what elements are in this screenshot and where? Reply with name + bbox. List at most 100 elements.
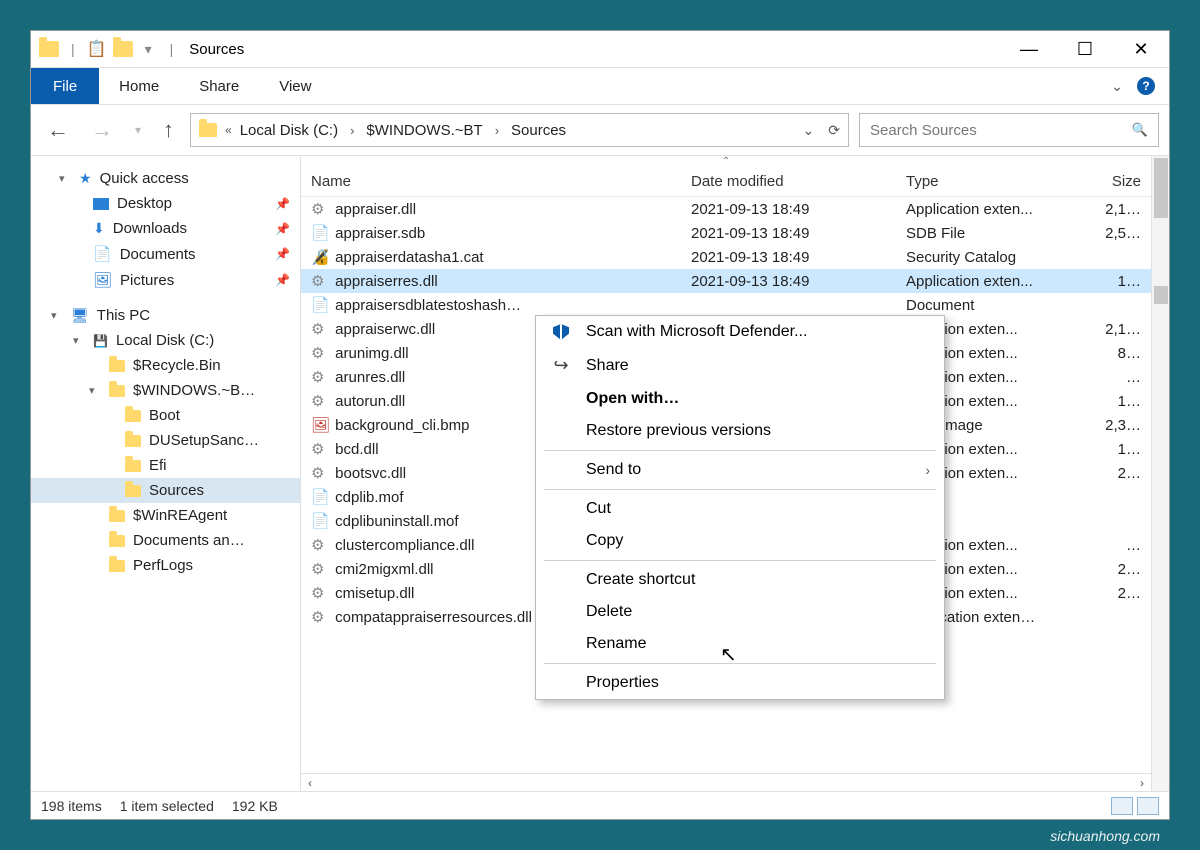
- file-name: clustercompliance.dll: [335, 537, 474, 554]
- file-name: appraiser.dll: [335, 201, 416, 218]
- refresh-icon[interactable]: ⟳: [828, 122, 840, 139]
- share-tab[interactable]: Share: [179, 68, 259, 104]
- close-button[interactable]: ✕: [1131, 39, 1151, 60]
- pin-icon: 📌: [275, 247, 290, 261]
- nav-folder[interactable]: Boot: [31, 403, 300, 428]
- nav-quick-access[interactable]: ▾★Quick access: [31, 166, 300, 191]
- file-bmp-icon: 🖼: [311, 416, 331, 434]
- title-bar: | 📋 ▾ | Sources — ☐ ✕: [31, 31, 1169, 67]
- file-row[interactable]: 📄 appraiser.sdb2021-09-13 18:49SDB File2…: [301, 221, 1151, 245]
- chevron-right-icon: ›: [346, 123, 358, 138]
- chevron-right-icon: ›: [491, 123, 503, 138]
- vertical-scrollbar[interactable]: [1151, 156, 1169, 791]
- back-button[interactable]: ←: [41, 117, 75, 143]
- menu-open-with[interactable]: Open with…: [536, 383, 944, 415]
- file-row[interactable]: ⚙ appraiserres.dll2021-09-13 18:49Applic…: [301, 269, 1151, 293]
- menu-share[interactable]: Share: [536, 348, 944, 383]
- address-bar[interactable]: « Local Disk (C:) › $WINDOWS.~BT › Sourc…: [190, 113, 849, 147]
- breadcrumb[interactable]: Local Disk (C:): [240, 122, 338, 139]
- file-tab[interactable]: File: [31, 68, 99, 104]
- nav-folder[interactable]: ▾$WINDOWS.~B…: [31, 378, 300, 403]
- file-row[interactable]: 🔏 appraiserdatasha1.cat2021-09-13 18:49S…: [301, 245, 1151, 269]
- shield-icon: [553, 324, 569, 340]
- file-type: Application exten...: [906, 273, 1081, 290]
- nav-downloads[interactable]: ⬇Downloads📌: [31, 216, 300, 241]
- nav-folder-sources[interactable]: Sources: [31, 478, 300, 503]
- col-name[interactable]: Name: [311, 173, 691, 190]
- file-name: appraiser.sdb: [335, 225, 425, 242]
- help-icon[interactable]: ?: [1137, 77, 1155, 95]
- status-bar: 198 items 1 item selected 192 KB: [31, 791, 1169, 819]
- nav-folder[interactable]: PerfLogs: [31, 553, 300, 578]
- file-type: Security Catalog: [906, 249, 1081, 266]
- file-date: 2021-09-13 18:49: [691, 225, 906, 242]
- nav-row: ← → ▾ ↑ « Local Disk (C:) › $WINDOWS.~BT…: [31, 105, 1169, 155]
- file-dll-icon: ⚙: [311, 560, 331, 578]
- up-button[interactable]: ↑: [157, 117, 180, 143]
- file-name: background_cli.bmp: [335, 417, 469, 434]
- maximize-button[interactable]: ☐: [1075, 39, 1095, 60]
- ribbon-expand-icon[interactable]: ⌄: [1111, 78, 1123, 95]
- clipboard-icon[interactable]: 📋: [87, 39, 107, 59]
- nav-pictures[interactable]: 🖼Pictures📌: [31, 267, 300, 293]
- menu-copy[interactable]: Copy: [536, 525, 944, 557]
- search-icon: 🔍: [1132, 122, 1148, 138]
- nav-documents[interactable]: 📄Documents📌: [31, 241, 300, 267]
- file-name: bootsvc.dll: [335, 465, 406, 482]
- horizontal-scrollbar[interactable]: ‹ ›: [301, 773, 1151, 791]
- share-icon: [550, 355, 572, 376]
- address-dropdown-icon[interactable]: ⌄: [803, 122, 815, 139]
- file-name: cdplib.mof: [335, 489, 403, 506]
- menu-send-to[interactable]: Send to›: [536, 454, 944, 486]
- view-icons-button[interactable]: [1137, 797, 1159, 815]
- nav-folder[interactable]: Documents an…: [31, 528, 300, 553]
- file-date: 2021-09-13 18:49: [691, 273, 906, 290]
- file-size: …: [1081, 537, 1141, 554]
- view-tab[interactable]: View: [259, 68, 331, 104]
- history-dropdown-icon[interactable]: ▾: [129, 123, 147, 137]
- search-input[interactable]: Search Sources 🔍: [859, 113, 1159, 147]
- file-row[interactable]: 📄 appraisersdblatestoshash…Document: [301, 293, 1151, 317]
- menu-create-shortcut[interactable]: Create shortcut: [536, 564, 944, 596]
- file-dll-icon: ⚙: [311, 464, 331, 482]
- minimize-button[interactable]: —: [1019, 39, 1039, 60]
- pin-icon: 📌: [275, 197, 290, 211]
- file-size: …: [1081, 369, 1141, 386]
- file-name: compatappraiserresources.dll: [335, 609, 532, 626]
- nav-this-pc[interactable]: ▾🖥This PC: [31, 303, 300, 328]
- file-size: 2,5…: [1081, 225, 1141, 242]
- nav-desktop[interactable]: Desktop📌: [31, 191, 300, 216]
- nav-folder[interactable]: Efi: [31, 453, 300, 478]
- file-dll-icon: ⚙: [311, 344, 331, 362]
- forward-button[interactable]: →: [85, 117, 119, 143]
- menu-rename[interactable]: Rename: [536, 628, 944, 660]
- pin-icon: 📌: [275, 273, 290, 287]
- menu-restore-versions[interactable]: Restore previous versions: [536, 415, 944, 447]
- file-size: 2…: [1081, 561, 1141, 578]
- file-dll-icon: ⚙: [311, 536, 331, 554]
- menu-properties[interactable]: Properties: [536, 667, 944, 699]
- col-type[interactable]: Type: [906, 173, 1081, 190]
- file-name: cdplibuninstall.mof: [335, 513, 458, 530]
- nav-local-disk[interactable]: ▾💾Local Disk (C:): [31, 328, 300, 353]
- file-dll-icon: ⚙: [311, 272, 331, 290]
- file-dll-icon: ⚙: [311, 440, 331, 458]
- view-details-button[interactable]: [1111, 797, 1133, 815]
- breadcrumb[interactable]: Sources: [511, 122, 566, 139]
- breadcrumb[interactable]: $WINDOWS.~BT: [366, 122, 482, 139]
- file-type: Application exten...: [906, 201, 1081, 218]
- menu-cut[interactable]: Cut: [536, 493, 944, 525]
- nav-folder[interactable]: DUSetupSanc…: [31, 428, 300, 453]
- nav-folder[interactable]: $WinREAgent: [31, 503, 300, 528]
- file-name: appraiserwc.dll: [335, 321, 435, 338]
- col-size[interactable]: Size: [1081, 173, 1141, 190]
- chevron-down-icon[interactable]: ▾: [139, 41, 158, 58]
- col-date[interactable]: Date modified: [691, 173, 906, 190]
- menu-scan-defender[interactable]: Scan with Microsoft Defender...: [536, 316, 944, 348]
- menu-delete[interactable]: Delete: [536, 596, 944, 628]
- file-date: 2021-09-13 18:49: [691, 249, 906, 266]
- file-row[interactable]: ⚙ appraiser.dll2021-09-13 18:49Applicati…: [301, 197, 1151, 221]
- nav-folder[interactable]: $Recycle.Bin: [31, 353, 300, 378]
- home-tab[interactable]: Home: [99, 68, 179, 104]
- status-items: 198 items: [41, 798, 102, 814]
